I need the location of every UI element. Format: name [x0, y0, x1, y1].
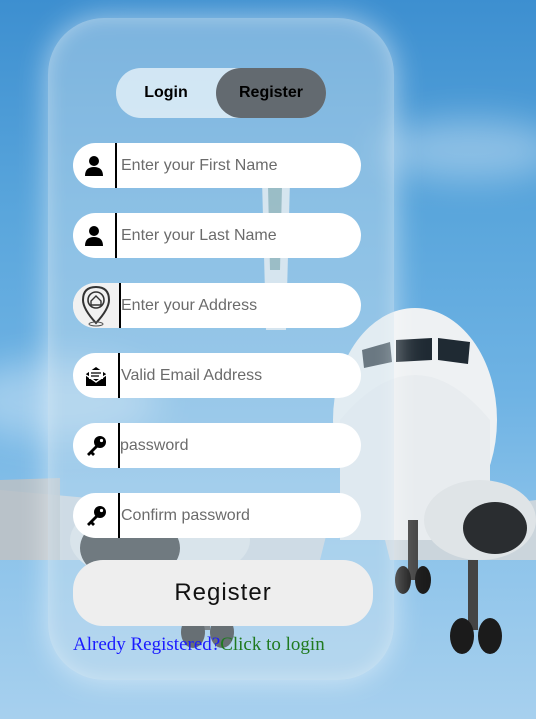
mail-icon [73, 353, 118, 398]
already-registered-text: Alredy Registered? [73, 634, 221, 655]
tab-login[interactable]: Login [116, 68, 216, 118]
field-divider [118, 493, 120, 538]
address-input[interactable] [121, 283, 351, 328]
user-icon [73, 143, 115, 188]
auth-tab-toggle: Login Register [116, 68, 326, 118]
address-field [73, 283, 361, 328]
confirm-password-input[interactable] [121, 493, 351, 538]
password-field [73, 423, 361, 468]
location-pin-icon [73, 283, 119, 328]
field-divider [115, 143, 117, 188]
email-field [73, 353, 361, 398]
login-link[interactable]: Click to login [220, 634, 325, 655]
confirm-password-field [73, 493, 361, 538]
last-name-field [73, 213, 361, 258]
field-divider [115, 213, 117, 258]
key-icon [73, 493, 118, 538]
tab-register[interactable]: Register [216, 68, 326, 118]
first-name-field [73, 143, 361, 188]
password-input[interactable] [120, 423, 351, 468]
first-name-input[interactable] [121, 143, 351, 188]
login-prompt: Alredy Registered?Click to login [73, 634, 325, 656]
register-button[interactable]: Register [73, 560, 373, 626]
key-icon [73, 423, 118, 468]
email-input[interactable] [121, 353, 351, 398]
user-icon [73, 213, 115, 258]
field-divider [118, 353, 120, 398]
last-name-input[interactable] [121, 213, 351, 258]
